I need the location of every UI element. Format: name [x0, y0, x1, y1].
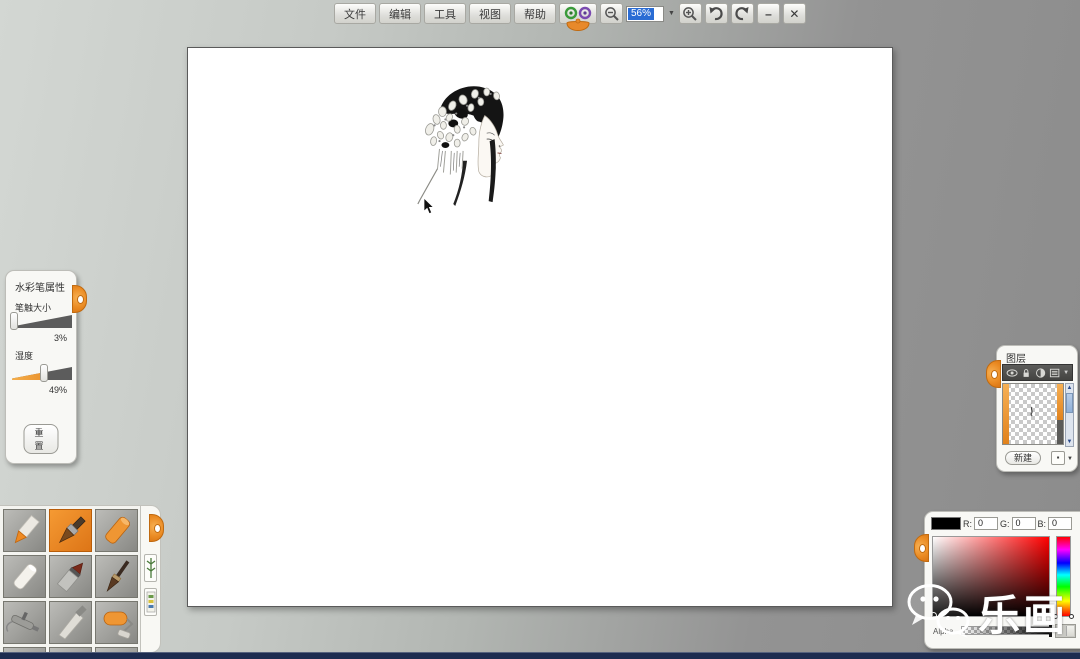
- wetness-thumb[interactable]: [40, 364, 48, 382]
- app-logo[interactable]: [559, 3, 597, 24]
- palette-collapse-handle[interactable]: [149, 514, 164, 542]
- layer-bar-dark: [1057, 420, 1063, 444]
- palette-extra-button-2[interactable]: [144, 588, 157, 616]
- current-color-swatch: [931, 517, 961, 530]
- menu-help[interactable]: 帮助: [514, 3, 556, 24]
- zoom-level-value: 56%: [628, 8, 654, 20]
- layers-panel: 图层 ▼: [996, 345, 1078, 472]
- brush-size-value: 3%: [54, 333, 67, 343]
- alpha-spinner[interactable]: [1055, 624, 1076, 638]
- new-layer-button[interactable]: 新建: [1005, 451, 1041, 465]
- tool-marker[interactable]: [49, 555, 92, 598]
- scroll-up-icon[interactable]: ▲: [1066, 384, 1073, 392]
- close-icon: ✕: [789, 8, 799, 20]
- tool-paint-roller[interactable]: [95, 601, 138, 644]
- rgb-row: R: 0 G: 0 B: 0: [925, 517, 1080, 530]
- eye-icon[interactable]: [1006, 367, 1018, 379]
- tool-pastel[interactable]: [95, 509, 138, 552]
- brush-size-slider[interactable]: [12, 315, 72, 329]
- layer-options-caret[interactable]: ▼: [1067, 456, 1073, 462]
- brush-properties-panel: 水彩笔属性 笔触大小 3% 湿度 49% 重置: [5, 270, 77, 464]
- wetness-value: 49%: [49, 385, 67, 395]
- zoom-in-icon: [682, 6, 698, 22]
- zoom-level-input[interactable]: 56%: [626, 6, 664, 22]
- saturation-value-field[interactable]: [932, 536, 1050, 617]
- sv-picker-handle[interactable]: [930, 612, 937, 619]
- menu-edit[interactable]: 编辑: [379, 3, 421, 24]
- mouse-cursor: [423, 198, 437, 215]
- app-logo-icon: [562, 5, 596, 39]
- menu-file[interactable]: 文件: [334, 3, 376, 24]
- undo-icon: [708, 6, 724, 21]
- layers-panel-title: 图层: [1006, 350, 1026, 365]
- stamp-pattern-icon: [146, 590, 156, 614]
- hue-handle-right[interactable]: [1069, 614, 1074, 619]
- tool-ink-brush[interactable]: [95, 555, 138, 598]
- tool-pencil[interactable]: [3, 509, 46, 552]
- brush-size-track: [12, 315, 72, 328]
- layers-collapse-handle[interactable]: [986, 360, 1001, 388]
- panel-collapse-handle[interactable]: [72, 285, 87, 313]
- layer-menu-icon[interactable]: [1049, 367, 1060, 379]
- wetness-slider[interactable]: [12, 367, 72, 381]
- tool-watercolor-brush[interactable]: [49, 509, 92, 552]
- layers-toolbar: ▼: [1002, 364, 1073, 381]
- alpha-label: Alpha: [933, 627, 953, 636]
- layer-options-button[interactable]: ▪: [1051, 451, 1065, 465]
- zoom-in-button[interactable]: [679, 3, 702, 24]
- palette-side-tab: [141, 505, 161, 653]
- hue-bar[interactable]: [1056, 536, 1071, 617]
- b-label: B:: [1038, 519, 1047, 529]
- alpha-slider[interactable]: [961, 626, 1051, 635]
- layer-menu-caret[interactable]: ▼: [1063, 370, 1069, 376]
- tool-palette-knife[interactable]: [49, 601, 92, 644]
- layer-selection-bar-left: [1003, 384, 1009, 444]
- r-label: R:: [963, 519, 972, 529]
- zoom-out-icon: [604, 6, 620, 22]
- minimize-button[interactable]: –: [757, 3, 780, 24]
- brush-size-thumb[interactable]: [10, 312, 18, 330]
- menu-view[interactable]: 视图: [469, 3, 511, 24]
- lock-icon[interactable]: [1021, 367, 1031, 379]
- tool-grid: [3, 509, 140, 659]
- brush-size-label: 笔触大小: [15, 301, 51, 314]
- layer-content-mark: [1029, 406, 1037, 418]
- app-window: 文件 编辑 工具 视图 帮助 56% ▼: [0, 0, 1080, 659]
- minimize-icon: –: [765, 8, 772, 20]
- close-button[interactable]: ✕: [783, 3, 806, 24]
- g-input[interactable]: 0: [1012, 517, 1036, 530]
- scroll-down-icon[interactable]: ▼: [1066, 438, 1073, 446]
- menu-tools[interactable]: 工具: [424, 3, 466, 24]
- reset-button[interactable]: 重置: [24, 424, 59, 454]
- drawing-canvas[interactable]: [187, 47, 893, 607]
- palette-extra-button-1[interactable]: [144, 554, 157, 582]
- undo-button[interactable]: [705, 3, 728, 24]
- layer-selection-bar-right: [1057, 384, 1063, 420]
- color-collapse-handle[interactable]: [914, 534, 929, 562]
- wetness-label: 湿度: [15, 349, 33, 362]
- layer-thumbnail[interactable]: [1002, 383, 1064, 445]
- alpha-handle[interactable]: [1049, 625, 1052, 637]
- tool-palette: [0, 505, 141, 659]
- b-input[interactable]: 0: [1048, 517, 1072, 530]
- redo-button[interactable]: [731, 3, 754, 24]
- zoom-dropdown-caret[interactable]: ▼: [668, 10, 675, 17]
- g-label: G:: [1000, 519, 1010, 529]
- zoom-out-button[interactable]: [600, 3, 623, 24]
- bottom-bar: [0, 652, 1080, 659]
- tool-chalk[interactable]: [3, 555, 46, 598]
- opacity-icon[interactable]: [1035, 367, 1046, 379]
- layers-scrollbar[interactable]: ▲ ▼: [1065, 383, 1074, 447]
- r-input[interactable]: 0: [974, 517, 998, 530]
- color-picker-panel: R: 0 G: 0 B: 0 Alpha: [924, 511, 1080, 649]
- brush-panel-title: 水彩笔属性: [15, 279, 65, 294]
- scrollbar-thumb[interactable]: [1066, 393, 1073, 413]
- tool-airbrush[interactable]: [3, 601, 46, 644]
- top-toolbar: 文件 编辑 工具 视图 帮助 56% ▼: [334, 2, 806, 25]
- redo-icon: [734, 6, 750, 21]
- canvas-artwork-portrait: [410, 76, 528, 218]
- hue-handle-left[interactable]: [1053, 614, 1058, 619]
- bamboo-icon: [146, 556, 156, 580]
